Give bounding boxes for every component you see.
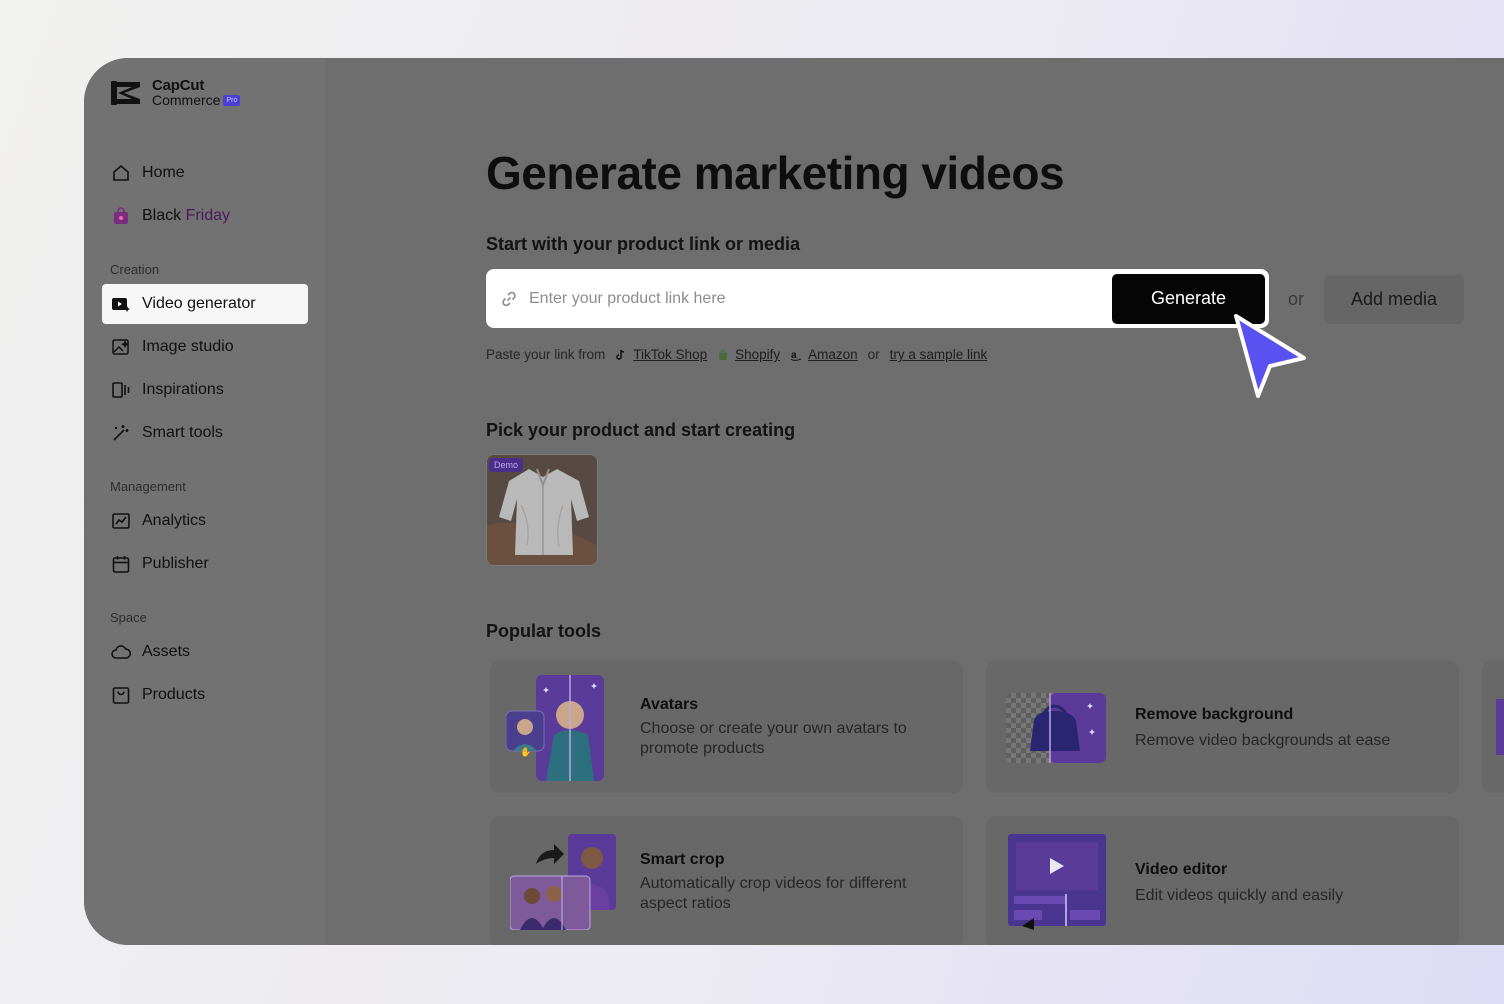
sidebar-item-label: Publisher <box>142 555 209 572</box>
svg-text:✋: ✋ <box>520 746 531 757</box>
amazon-icon: a <box>790 350 802 361</box>
sidebar-item-label: Image studio <box>142 338 234 355</box>
tool-card-avatars[interactable]: ✋ Avatars Choose or create your own avat… <box>490 661 963 793</box>
smart-crop-thumbnail <box>510 834 616 930</box>
mouse-pointer-icon <box>1234 314 1306 398</box>
product-link-input[interactable] <box>529 289 1112 308</box>
brand-subname: Commerce <box>152 92 221 108</box>
sidebar-item-black-friday[interactable]: Black Friday <box>102 196 308 236</box>
demo-product-card[interactable]: Demo <box>486 454 598 566</box>
start-heading: Start with your product link or media <box>486 234 801 254</box>
sidebar-item-analytics[interactable]: Analytics <box>102 501 308 541</box>
sidebar-item-label: Smart tools <box>142 424 223 441</box>
shopify-icon <box>719 349 728 360</box>
sidebar-item-smart-tools[interactable]: Smart tools <box>102 413 308 453</box>
product-link-box: Generate <box>486 269 1269 328</box>
sidebar: CapCut Commerce Pro Home Black Friday Cr… <box>84 58 327 945</box>
or-separator: or <box>1288 289 1305 309</box>
sidebar-item-label: Video generator <box>142 295 256 312</box>
section-label-space: Space <box>110 610 147 625</box>
capcut-logo-icon <box>111 81 140 105</box>
popular-tools-heading: Popular tools <box>486 621 602 641</box>
tool-title: Smart crop <box>640 851 725 868</box>
tool-title: Video editor <box>1135 861 1228 878</box>
sidebar-item-label: Black <box>142 207 186 224</box>
page-title: Generate marketing videos <box>486 147 1065 199</box>
tool-card-remove-background[interactable]: Remove background Remove video backgroun… <box>986 661 1459 793</box>
link-icon <box>502 291 516 306</box>
tool-card-partial[interactable] <box>1482 661 1504 793</box>
shopify-link[interactable]: Shopify <box>735 347 780 362</box>
main-content: Generate marketing videos Start with you… <box>327 58 1504 945</box>
pro-badge: Pro <box>223 94 241 106</box>
sidebar-item-publisher[interactable]: Publisher <box>102 544 308 584</box>
tool-thumbnail-partial <box>1496 699 1504 755</box>
tool-title: Avatars <box>640 696 699 713</box>
tool-card-video-editor[interactable]: Video editor Edit videos quickly and eas… <box>986 816 1459 945</box>
sample-link[interactable]: try a sample link <box>890 347 988 362</box>
paste-or: or <box>867 347 880 362</box>
sidebar-item-label: Analytics <box>142 512 207 529</box>
tool-title: Remove background <box>1135 706 1294 723</box>
inspirations-icon <box>112 382 130 398</box>
sidebar-item-image-studio[interactable]: Image studio <box>102 327 308 367</box>
sidebar-item-label: Products <box>142 686 206 703</box>
sidebar-item-products[interactable]: Products <box>102 675 308 715</box>
product-box-icon <box>112 687 130 704</box>
sidebar-item-label: Home <box>142 164 185 181</box>
cloud-icon <box>111 645 131 659</box>
shopping-bag-icon <box>114 207 128 224</box>
tool-card-smart-crop[interactable]: Smart crop Automatically crop videos for… <box>490 816 963 945</box>
tiktok-shop-link[interactable]: TikTok Shop <box>633 347 707 362</box>
calendar-icon <box>112 556 130 573</box>
remove-background-thumbnail <box>1006 693 1106 763</box>
tiktok-icon <box>616 349 625 360</box>
paste-link-hint: Paste your link from TikTok Shop Shopify… <box>486 347 987 362</box>
brand-name: CapCut <box>152 77 205 94</box>
avatars-thumbnail: ✋ <box>506 675 604 781</box>
sidebar-item-video-generator[interactable]: Video generator <box>102 284 308 324</box>
tool-description: Edit videos quickly and easily <box>1135 887 1344 904</box>
tool-description: Automatically crop videos for different … <box>640 875 907 912</box>
sidebar-item-assets[interactable]: Assets <box>102 632 308 672</box>
add-media-button[interactable]: Add media <box>1324 275 1464 324</box>
tool-description: Choose or create your own avatars to pro… <box>640 720 907 757</box>
pick-product-heading: Pick your product and start creating <box>486 420 796 440</box>
analytics-icon <box>112 513 130 529</box>
video-editor-thumbnail <box>1008 834 1106 930</box>
sidebar-item-label: Inspirations <box>142 381 224 398</box>
svg-text:a: a <box>791 350 797 361</box>
amazon-link[interactable]: Amazon <box>808 347 858 362</box>
section-label-creation: Creation <box>110 262 160 277</box>
section-label-management: Management <box>110 479 186 494</box>
video-sparkle-icon <box>112 298 130 312</box>
sidebar-item-label: Assets <box>142 643 191 660</box>
demo-badge: Demo <box>489 458 524 472</box>
magic-wand-icon <box>113 425 129 441</box>
sidebar-item-inspirations[interactable]: Inspirations <box>102 370 308 410</box>
home-icon <box>113 164 129 181</box>
paste-prefix: Paste your link from <box>486 347 606 362</box>
tool-description: Remove video backgrounds at ease <box>1135 732 1391 749</box>
app-window: CapCut Commerce Pro Home Black Friday Cr… <box>84 58 1504 945</box>
capcut-commerce-logo[interactable]: CapCut Commerce Pro <box>110 77 241 108</box>
image-sparkle-icon <box>112 339 129 355</box>
sidebar-item-home[interactable]: Home <box>102 153 308 193</box>
sidebar-item-label-accent: Friday <box>185 207 231 224</box>
